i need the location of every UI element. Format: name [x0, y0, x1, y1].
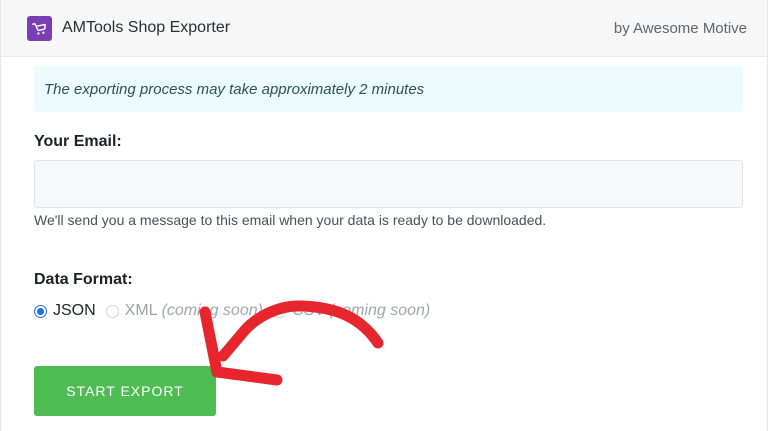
exporter-panel: AMTools Shop Exporter by Awesome Motive … [0, 0, 768, 431]
red-arrow-annotation [199, 300, 384, 386]
